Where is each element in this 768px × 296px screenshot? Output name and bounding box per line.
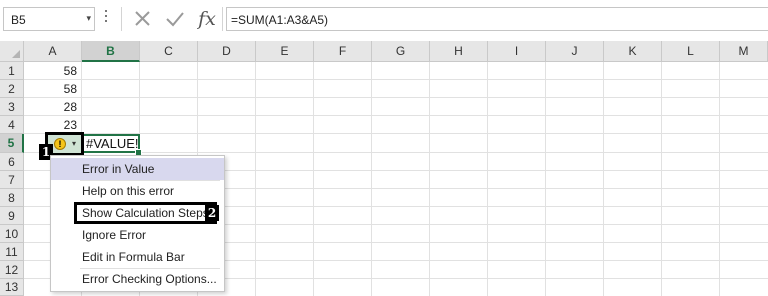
row-header-9[interactable]: 9 xyxy=(0,207,24,225)
step-badge-2: 2 xyxy=(205,205,219,221)
menu-item-options-label: Error Checking Options... xyxy=(82,272,217,286)
row-header-12[interactable]: 12 xyxy=(0,261,24,279)
cancel-icon[interactable] xyxy=(130,7,156,31)
warning-icon: ! xyxy=(54,138,66,150)
menu-item-ignore-error[interactable]: Ignore Error xyxy=(51,224,224,246)
column-header-f[interactable]: F xyxy=(314,41,372,62)
gridline xyxy=(603,62,604,296)
menu-item-edit-in-formula-bar[interactable]: Edit in Formula Bar xyxy=(51,246,224,268)
gridline xyxy=(661,62,662,296)
column-header-c[interactable]: C xyxy=(140,41,198,62)
row-header-4[interactable]: 4 xyxy=(0,116,24,134)
row-header-1[interactable]: 1 xyxy=(0,62,24,80)
enter-check-icon[interactable] xyxy=(162,7,188,31)
worksheet-grid: A B C D E F G H I J K L M 1 2 3 4 5 6 7 … xyxy=(0,41,768,296)
gridline xyxy=(719,62,720,296)
select-all-corner[interactable] xyxy=(0,41,24,62)
column-header-j[interactable]: J xyxy=(546,41,604,62)
cell-a2[interactable]: 58 xyxy=(24,82,77,96)
column-header-l[interactable]: L xyxy=(662,41,720,62)
menu-header-error-in-value: Error in Value xyxy=(51,158,224,180)
name-box-dropdown-icon[interactable]: ▾ xyxy=(86,13,91,24)
row-header-3[interactable]: 3 xyxy=(0,98,24,116)
formula-bar-grip-icon[interactable] xyxy=(104,10,108,28)
cell-a4[interactable]: 23 xyxy=(24,118,77,132)
gridline xyxy=(313,62,314,296)
gridline xyxy=(24,115,768,116)
gridline xyxy=(487,62,488,296)
menu-header-label: Error in Value xyxy=(82,162,155,176)
menu-item-help[interactable]: Help on this error xyxy=(51,180,224,202)
cell-b5-value: #VALUE! xyxy=(86,136,139,151)
cell-a1[interactable]: 58 xyxy=(24,64,77,78)
menu-item-edit-label: Edit in Formula Bar xyxy=(82,250,185,264)
column-header-i[interactable]: I xyxy=(488,41,546,62)
insert-function-icon[interactable]: fx xyxy=(194,7,220,31)
highlight-box xyxy=(74,202,217,224)
row-header-11[interactable]: 11 xyxy=(0,243,24,261)
gridline xyxy=(545,62,546,296)
gridline xyxy=(429,62,430,296)
cell-a3[interactable]: 28 xyxy=(24,100,77,114)
row-header-6[interactable]: 6 xyxy=(0,153,24,171)
menu-item-error-checking-options[interactable]: Error Checking Options... xyxy=(51,268,224,290)
formula-tools: fx xyxy=(121,7,223,31)
gridline xyxy=(371,62,372,296)
column-header-b[interactable]: B xyxy=(82,41,140,62)
row-header-5[interactable]: 5 xyxy=(0,134,24,153)
gridline xyxy=(24,97,768,98)
row-header-2[interactable]: 2 xyxy=(0,80,24,98)
formula-text: =SUM(A1:A3&A5) xyxy=(231,13,329,27)
column-header-k[interactable]: K xyxy=(604,41,662,62)
menu-item-ignore-label: Ignore Error xyxy=(82,228,147,242)
column-header-a[interactable]: A xyxy=(24,41,82,62)
row-header-8[interactable]: 8 xyxy=(0,189,24,207)
formula-bar: B5 ▾ fx =SUM(A1:A3&A5) xyxy=(0,0,768,42)
column-header-g[interactable]: G xyxy=(372,41,430,62)
row-header-7[interactable]: 7 xyxy=(0,171,24,189)
formula-input[interactable]: =SUM(A1:A3&A5) xyxy=(226,7,768,31)
column-header-h[interactable]: H xyxy=(430,41,488,62)
name-box[interactable]: B5 ▾ xyxy=(3,7,95,31)
gridline xyxy=(255,62,256,296)
column-header-m[interactable]: M xyxy=(720,41,768,62)
menu-item-help-label: Help on this error xyxy=(82,184,175,198)
row-header-10[interactable]: 10 xyxy=(0,225,24,243)
name-box-value: B5 xyxy=(11,13,26,27)
column-header-d[interactable]: D xyxy=(198,41,256,62)
gridline xyxy=(24,79,768,80)
row-header-13[interactable]: 13 xyxy=(0,279,24,296)
smart-tag-dropdown-icon: ▾ xyxy=(72,139,77,148)
column-header-e[interactable]: E xyxy=(256,41,314,62)
